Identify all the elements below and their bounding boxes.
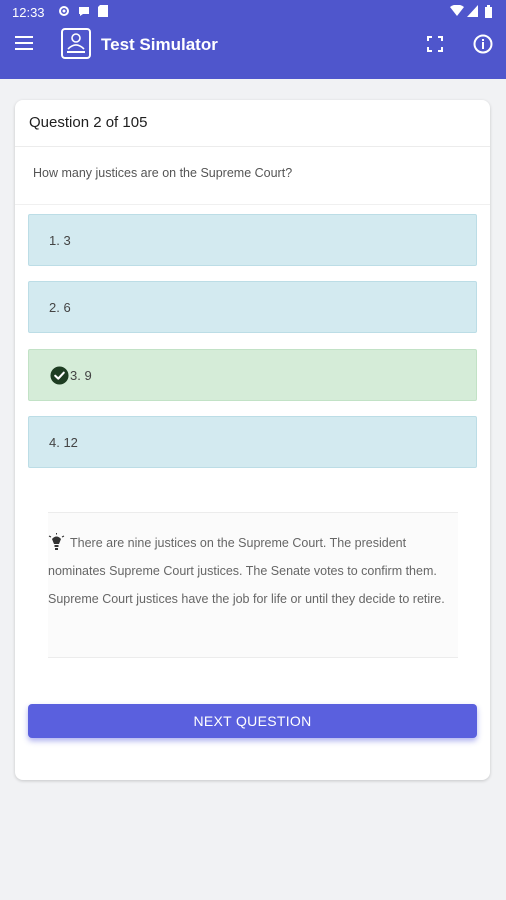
settings-icon [59,6,69,16]
next-question-button[interactable]: NEXT QUESTION [28,704,477,738]
question-text: How many justices are on the Supreme Cou… [33,166,293,180]
question-card: Question 2 of 105 How many justices are … [15,100,490,780]
app-bar: 12:33 Test Simulator [0,0,506,79]
lightbulb-icon [48,533,65,550]
answer-option-label: 4. 12 [49,435,78,450]
answer-option-1[interactable]: 1. 3 [28,214,477,266]
sd-card-icon [98,5,108,17]
answer-option-label: 3. 9 [70,368,92,383]
divider [15,204,490,205]
chat-icon [79,7,89,16]
answer-option-label: 2. 6 [49,300,71,315]
answer-option-2[interactable]: 2. 6 [28,281,477,333]
check-circle-icon [50,366,69,385]
signal-icon [467,5,478,17]
answer-option-4[interactable]: 4. 12 [28,416,477,468]
answer-option-label: 1. 3 [49,233,71,248]
menu-icon[interactable] [14,34,34,52]
app-logo-icon [61,28,91,59]
wifi-icon [450,5,464,16]
explanation: There are nine justices on the Supreme C… [48,529,458,613]
status-time: 12:33 [12,5,45,20]
explanation-text: There are nine justices on the Supreme C… [48,536,445,606]
toolbar-title: Test Simulator [101,35,218,54]
status-bar: 12:33 [0,0,506,24]
question-counter: Question 2 of 105 [29,114,148,131]
battery-icon [485,5,492,18]
answer-option-3[interactable]: 3. 9 [28,349,477,401]
fullscreen-icon[interactable] [427,36,443,52]
card-header: Question 2 of 105 [15,100,490,147]
explanation-panel: There are nine justices on the Supreme C… [48,512,458,658]
info-icon[interactable] [473,34,493,54]
